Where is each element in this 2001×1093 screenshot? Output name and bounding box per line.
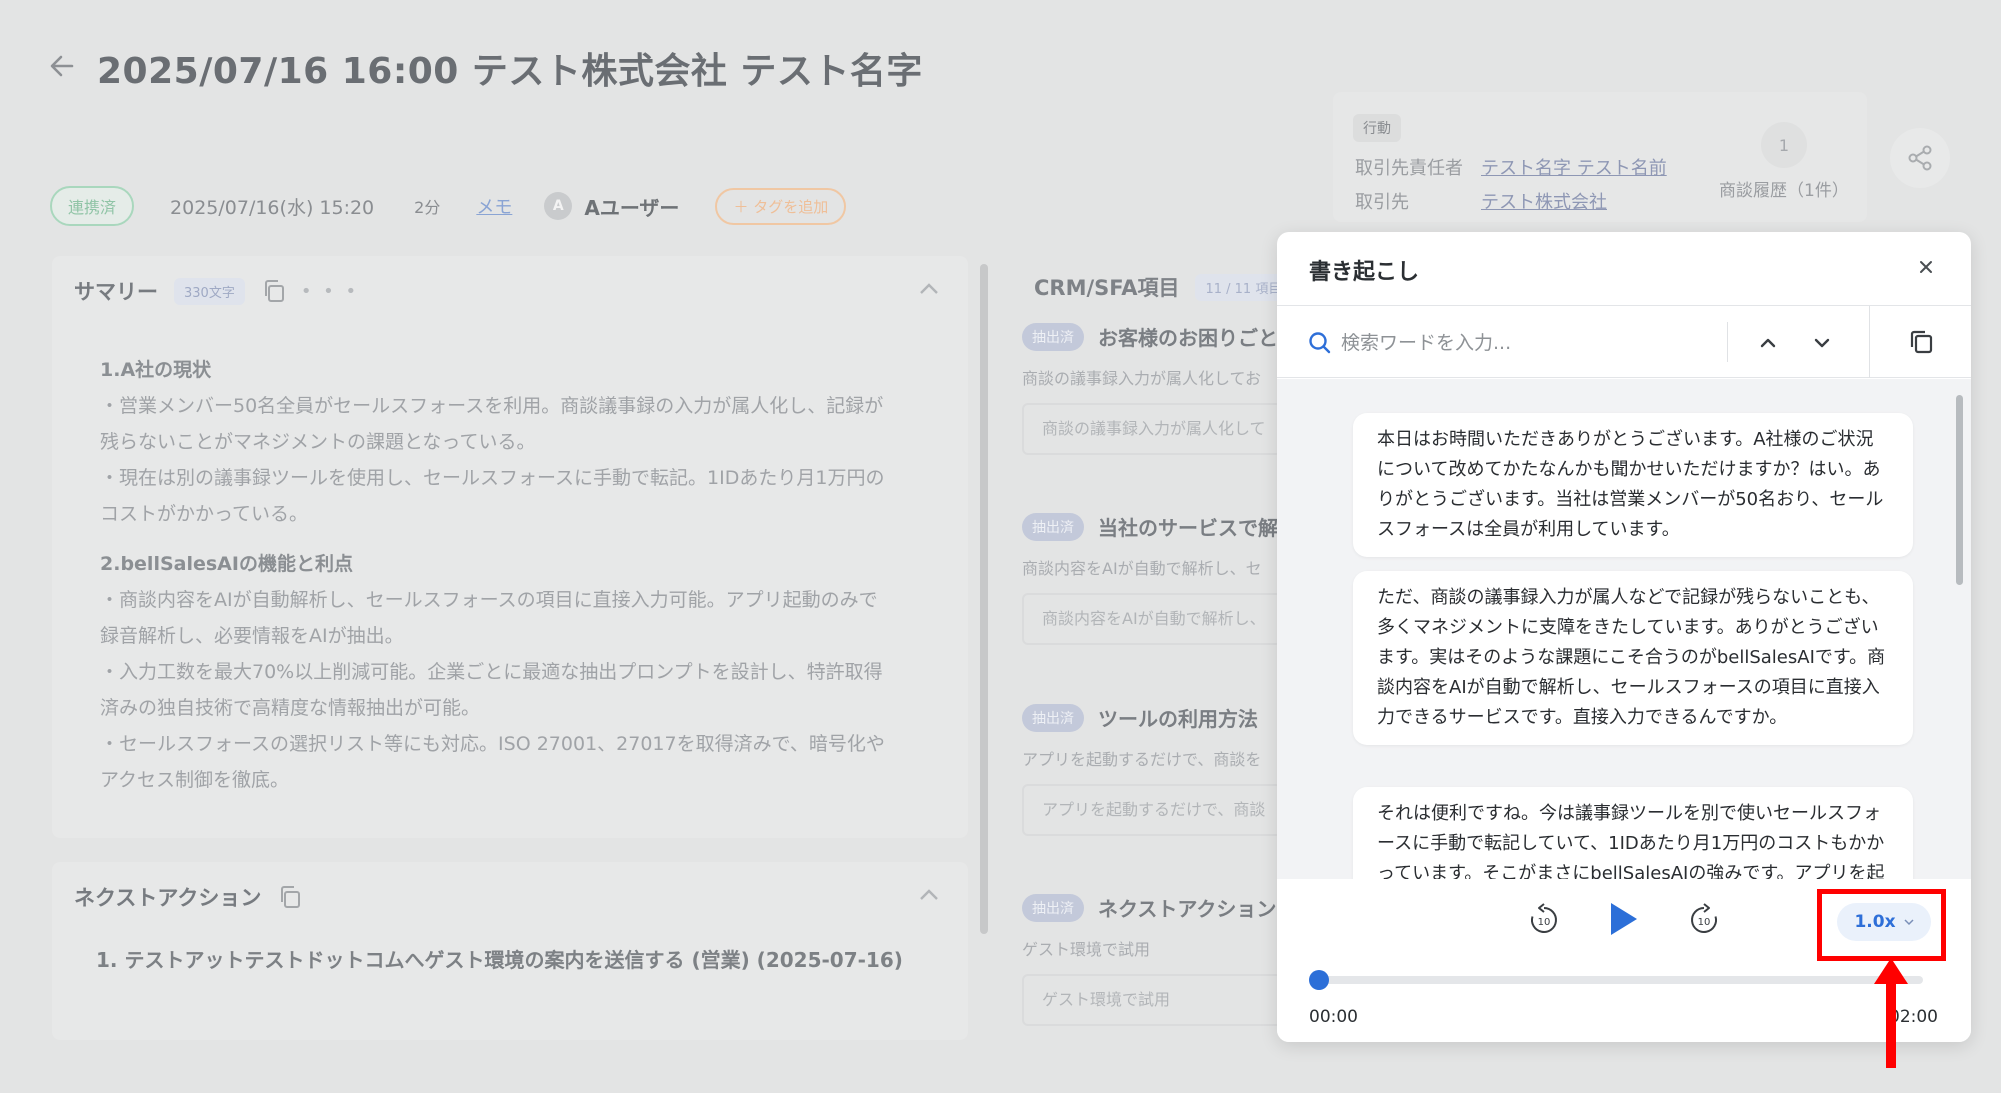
summary-line: アクセス制御を徹底。 [100,769,290,791]
page-title: 2025/07/16 16:00 テスト株式会社 テスト名字 [97,51,923,92]
back-arrow-icon[interactable] [46,50,78,82]
transcript-message: ただ、商談の議事録入力が属人などで記録が残らないことも、多くマネジメントに支障を… [1353,571,1913,745]
crm-field-input[interactable]: ゲスト環境で試用 [1022,974,1282,1026]
copy-icon[interactable] [261,278,287,304]
contact-link[interactable]: テスト名字 テスト名前 [1481,154,1667,180]
crm-field-name: 当社のサービスで解 [1098,516,1278,540]
copy-icon[interactable] [1907,328,1935,356]
summary-line: ・商談内容をAIが自動解析し、セールスフォースの項目に直接入力可能。アプリ起動の… [100,589,878,611]
collapse-chevron-icon[interactable] [918,888,940,902]
activity-chip: 行動 [1353,114,1401,142]
crm-field: 抽出済 お客様のお困りごと 商談の議事録入力が属人化してお 商談の議事録入力が属… [1022,322,1282,455]
more-dots-icon[interactable]: • • • [301,281,359,302]
search-input[interactable] [1341,324,1671,362]
user-name: Aユーザー [584,195,680,220]
search-icon [1309,332,1331,354]
transcript-message: 本日はお時間いただきありがとうございます。A社様のご状況について改めてかたなんか… [1353,413,1913,557]
close-icon[interactable] [1917,258,1935,276]
current-time: 00:00 [1309,1007,1358,1027]
account-link[interactable]: テスト株式会社 [1481,188,1607,214]
highlight-box [1817,889,1946,961]
memo-link[interactable]: メモ [476,193,512,219]
summary-header: サマリー 330文字 • • • [74,276,359,306]
crm-info-card: 行動 取引先責任者 テスト名字 テスト名前 取引先 テスト株式会社 1 商談履歴… [1333,92,1867,222]
summary-title: サマリー [74,280,158,304]
crm-title: CRM/SFA項目 [1034,276,1180,300]
red-arrow-icon [1874,958,1908,1068]
crm-field-desc: アプリを起動するだけで、商談を [1022,750,1262,769]
history-label: 商談履歴（1件） [1719,181,1849,201]
divider [1869,306,1870,378]
summary-line: 録音解析し、必要情報をAIが抽出。 [100,625,404,647]
transcript-scrollbar[interactable] [1956,395,1963,585]
crm-field: 抽出済 当社のサービスで解 商談内容をAIが自動で解析し、セ 商談内容をAIが自… [1022,512,1282,645]
extracted-chip: 抽出済 [1022,322,1084,351]
content-scrollbar[interactable] [980,264,988,934]
summary-panel: サマリー 330文字 • • • 1.A社の現状 ・営業メンバー50名全員がセー… [52,256,968,838]
add-tag-button[interactable]: ＋ タグを追加 [715,187,847,225]
crm-header: CRM/SFA項目 11 / 11 項目 [1034,272,1292,302]
transcript-search-bar [1277,306,1971,378]
next-action-title: ネクストアクション [74,886,262,910]
play-icon[interactable] [1603,899,1643,939]
rewind-10-icon[interactable]: 10 [1525,901,1563,939]
next-action-header: ネクストアクション [74,882,303,912]
chevron-down-icon[interactable] [1811,332,1833,354]
summary-line: ・営業メンバー50名全員がセールスフォースを利用。商談議事録の入力が属人化し、記… [100,395,884,417]
copy-icon[interactable] [277,884,303,910]
extracted-chip: 抽出済 [1022,512,1084,541]
next-action-panel: ネクストアクション 1. テストアットテストドットコムへゲスト環境の案内を送信す… [52,862,968,1040]
extracted-chip: 抽出済 [1022,893,1084,922]
crm-field-desc: 商談の議事録入力が属人化してお [1022,369,1262,388]
summary-section-heading: 1.A社の現状 [100,359,212,381]
chevron-up-icon[interactable] [1757,332,1779,354]
crm-field-input[interactable]: 商談内容をAIが自動で解析し、 [1022,593,1282,645]
summary-line: 残らないことがマネジメントの課題となっている。 [100,431,536,453]
share-button[interactable] [1890,128,1950,188]
avatar: A [544,192,573,220]
progress-track[interactable] [1319,976,1923,984]
summary-section-heading: 2.bellSalesAIの機能と利点 [100,553,353,575]
progress-thumb[interactable] [1309,970,1329,990]
summary-line: コストがかかっている。 [100,503,309,525]
divider [1727,322,1728,362]
dialog-title: 書き起こし [1309,260,1420,285]
crm-field: 抽出済 ツールの利用方法 アプリを起動するだけで、商談を アプリを起動するだけで… [1022,703,1282,836]
meeting-meta-row: 連携済 2025/07/16(水) 15:20 2分 メモ A Aユーザー ＋ … [50,186,847,226]
history-count[interactable]: 1 [1761,122,1807,168]
status-badge: 連携済 [50,186,135,226]
crm-field-desc: 商談内容をAIが自動で解析し、セ [1022,559,1262,578]
contact-label: 取引先責任者 [1355,158,1463,179]
summary-char-count: 330文字 [174,277,245,305]
summary-line: ・入力工数を最大70%以上削減可能。企業ごとに最適な抽出プロンプトを設計し、特許… [100,661,883,683]
share-icon [1908,145,1932,171]
summary-line: ・現在は別の議事録ツールを使用し、セールスフォースに手動で転記。1IDあたり月1… [100,467,885,489]
svg-text:10: 10 [1698,917,1711,928]
forward-10-icon[interactable]: 10 [1685,901,1723,939]
crm-field-name: ツールの利用方法 [1098,707,1258,731]
meeting-duration: 2分 [414,198,441,217]
account-row: 取引先 テスト株式会社 [1355,188,1607,214]
svg-text:10: 10 [1538,917,1551,928]
account-label: 取引先 [1355,192,1409,213]
next-action-item: 1. テストアットテストドットコムへゲスト環境の案内を送信する (営業) (20… [96,948,903,972]
summary-body: 1.A社の現状 ・営業メンバー50名全員がセールスフォースを利用。商談議事録の入… [100,352,940,798]
crm-field: 抽出済 ネクストアクション ゲスト環境で試用 ゲスト環境で試用 [1022,893,1282,1026]
collapse-chevron-icon[interactable] [918,282,940,296]
crm-field-input[interactable]: アプリを起動するだけで、商談 [1022,784,1282,836]
contact-row: 取引先責任者 テスト名字 テスト名前 [1355,154,1667,180]
summary-line: ・セールスフォースの選択リスト等にも対応。ISO 27001、27017を取得済… [100,733,885,755]
dialog-header: 書き起こし [1277,232,1971,306]
transcript-message: それは便利ですね。今は議事録ツールを別で使いセールスフォースに手動で転記していて… [1353,787,1913,879]
extracted-chip: 抽出済 [1022,703,1084,732]
transcript-body: 本日はお時間いただきありがとうございます。A社様のご状況について改めてかたなんか… [1277,379,1971,879]
summary-line: 済みの独自技術で高精度な情報抽出が可能。 [100,697,481,719]
crm-field-desc: ゲスト環境で試用 [1022,940,1151,959]
crm-field-input[interactable]: 商談の議事録入力が属人化して [1022,403,1282,455]
meeting-datetime: 2025/07/16(水) 15:20 [170,196,375,219]
crm-field-name: ネクストアクション [1098,897,1277,921]
crm-field-name: お客様のお困りごと [1098,326,1278,350]
